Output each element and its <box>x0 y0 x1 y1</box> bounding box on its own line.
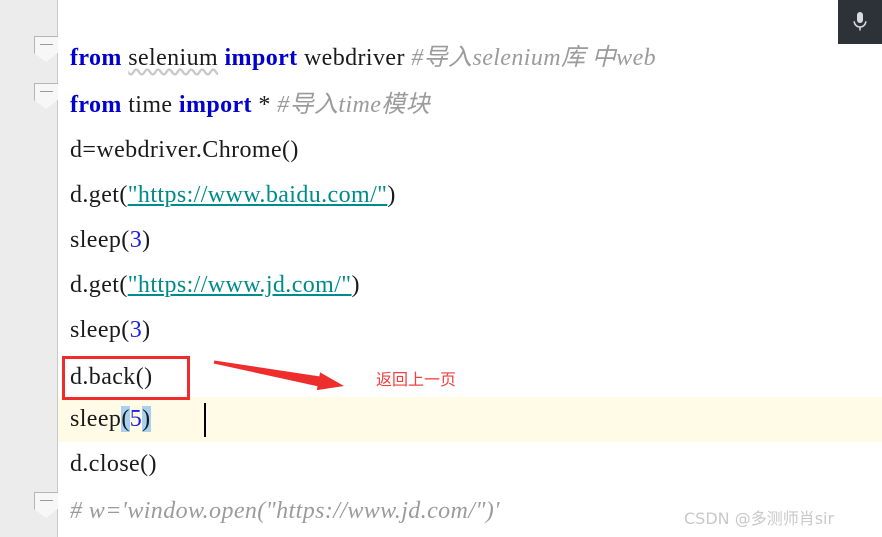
microphone-button[interactable] <box>838 0 882 44</box>
annotation-label: 返回上一页 <box>376 370 457 389</box>
editor-screenshot: from selenium import webdriver #导入seleni… <box>0 0 882 537</box>
microphone-icon <box>853 12 867 31</box>
csdn-watermark: CSDN @多测师肖sir <box>684 509 835 528</box>
red-arrow <box>213 360 344 391</box>
